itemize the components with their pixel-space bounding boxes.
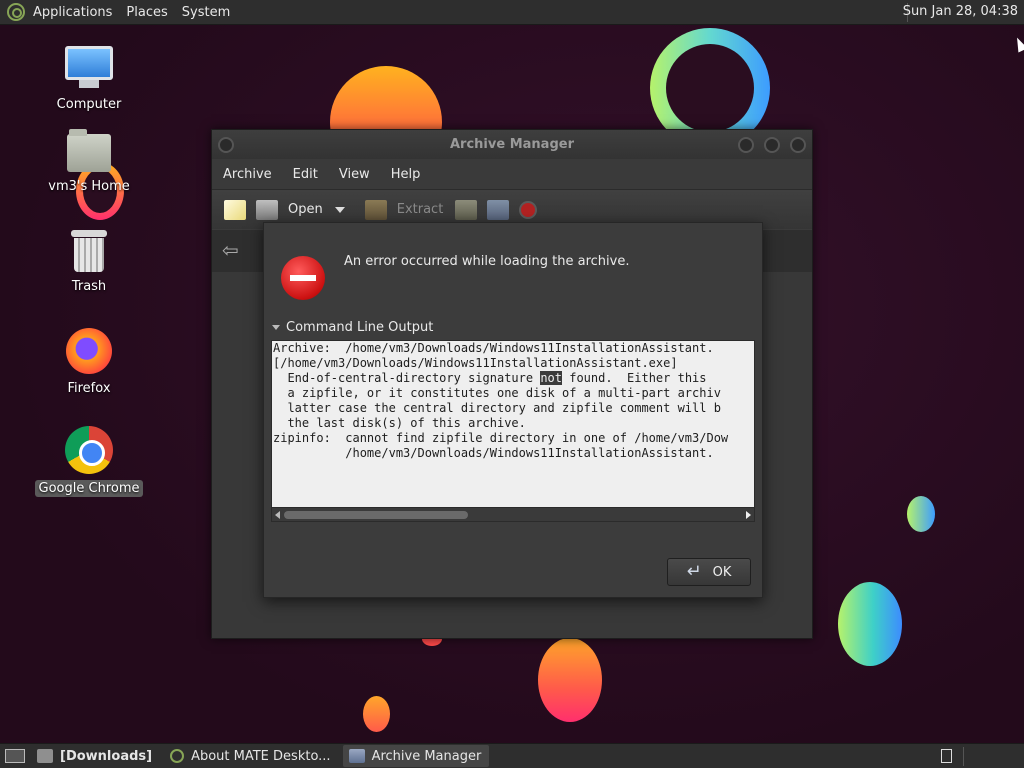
scroll-left-icon[interactable] xyxy=(275,511,280,519)
ok-button[interactable]: OK xyxy=(667,558,751,586)
task-label: Archive Manager xyxy=(371,748,482,764)
top-panel: Applications Places System Sun Jan 28, 0… xyxy=(0,0,1024,25)
selected-text: not xyxy=(540,371,562,385)
desktop-icon-firefox[interactable]: Firefox xyxy=(34,328,144,397)
error-icon xyxy=(281,256,325,300)
task-label: [Downloads] xyxy=(60,748,153,764)
output-line-part: End-of-central-directory signature xyxy=(273,371,541,385)
desktop-icon-label: Computer xyxy=(56,97,122,112)
desktop-icon-chrome[interactable]: Google Chrome xyxy=(34,426,144,497)
window-menu-icon[interactable] xyxy=(218,137,234,153)
open-button[interactable]: Open xyxy=(288,202,323,217)
taskbar-item-archive-manager[interactable]: Archive Manager xyxy=(342,745,490,767)
folder-icon xyxy=(37,749,53,763)
menu-archive[interactable]: Archive xyxy=(215,167,280,182)
chrome-icon xyxy=(65,426,113,474)
output-line: the last disk(s) of this archive. xyxy=(273,416,526,430)
expander-triangle-icon xyxy=(272,325,280,330)
window-title: Archive Manager xyxy=(450,137,574,152)
output-line: End-of-central-directory signature not f… xyxy=(273,371,728,386)
output-line: a zipfile, or it constitutes one disk of… xyxy=(273,386,721,400)
desktop-icon-label: Firefox xyxy=(67,381,111,396)
add-files-icon xyxy=(455,199,478,220)
extract-icon xyxy=(364,199,387,220)
command-line-output-expander[interactable]: Command Line Output xyxy=(272,320,433,335)
scroll-right-icon[interactable] xyxy=(746,511,751,519)
menu-help[interactable]: Help xyxy=(383,167,429,182)
new-archive-icon[interactable] xyxy=(224,199,246,220)
desktop-icon-computer[interactable]: Computer xyxy=(34,46,144,113)
menu-system[interactable]: System xyxy=(180,5,238,20)
workspace-switcher[interactable] xyxy=(941,749,952,763)
mate-icon xyxy=(170,749,185,763)
output-line: zipinfo: cannot find zipfile directory i… xyxy=(273,431,729,445)
wallpaper-orange-dot xyxy=(363,696,390,732)
wallpaper-orange-oval xyxy=(538,638,602,722)
window-titlebar[interactable]: Archive Manager xyxy=(212,130,812,159)
output-line: Archive: /home/vm3/Downloads/Windows11In… xyxy=(273,341,714,355)
open-dropdown-chevron-icon[interactable] xyxy=(334,206,345,213)
output-line: /home/vm3/Downloads/Windows11Installatio… xyxy=(273,446,714,460)
taskbar-item-about-mate[interactable]: About MATE Deskto... xyxy=(164,745,338,767)
stop-icon xyxy=(519,200,538,219)
menu-view[interactable]: View xyxy=(331,167,378,182)
scrollbar-thumb[interactable] xyxy=(284,511,468,519)
firefox-icon xyxy=(66,328,112,374)
mate-logo-icon[interactable] xyxy=(7,3,25,21)
return-arrow-icon xyxy=(687,561,705,582)
desktop-icon-label: Trash xyxy=(71,279,107,294)
menu-applications[interactable]: Applications xyxy=(31,5,120,20)
output-line-part: found. Either this xyxy=(562,371,707,385)
home-folder-icon xyxy=(67,129,111,172)
show-desktop-icon[interactable] xyxy=(5,749,25,763)
computer-icon xyxy=(65,46,113,90)
desktop-icon-trash[interactable]: Trash xyxy=(34,230,144,295)
open-folder-icon[interactable] xyxy=(256,199,278,220)
command-output-text: Archive: /home/vm3/Downloads/Windows11In… xyxy=(273,341,728,461)
expander-label: Command Line Output xyxy=(286,320,434,335)
wallpaper-teal-oval-small xyxy=(907,496,935,532)
error-message: An error occurred while loading the arch… xyxy=(344,254,630,269)
command-output-textview[interactable]: Archive: /home/vm3/Downloads/Windows11In… xyxy=(271,340,755,522)
output-line: [/home/vm3/Downloads/Windows11Installati… xyxy=(273,356,678,370)
add-folder-icon xyxy=(487,199,510,220)
trash-icon xyxy=(71,230,107,272)
menu-places[interactable]: Places xyxy=(124,5,175,20)
wallpaper-teal-oval-large xyxy=(838,582,902,666)
ok-label: OK xyxy=(712,564,732,580)
output-line: latter case the central directory and zi… xyxy=(273,401,721,415)
bottom-panel: [Downloads] About MATE Deskto... Archive… xyxy=(0,743,1024,768)
panel-separator xyxy=(963,747,964,766)
menubar: Archive Edit View Help xyxy=(212,159,812,189)
horizontal-scrollbar[interactable] xyxy=(272,507,754,521)
error-dialog: An error occurred while loading the arch… xyxy=(263,222,763,598)
taskbar-item-downloads[interactable]: [Downloads] xyxy=(31,745,160,767)
desktop-icon-label: vm3's Home xyxy=(48,179,130,194)
close-icon[interactable] xyxy=(790,137,806,153)
menu-edit[interactable]: Edit xyxy=(285,167,326,182)
task-label: About MATE Deskto... xyxy=(191,748,331,764)
extract-button: Extract xyxy=(396,202,444,217)
archive-manager-icon xyxy=(348,749,365,763)
minimize-icon[interactable] xyxy=(738,137,754,153)
back-arrow-icon[interactable]: ⇦ xyxy=(222,238,246,262)
clock[interactable]: Sun Jan 28, 04:38 xyxy=(903,4,1018,19)
desktop-icon-home[interactable]: vm3's Home xyxy=(34,129,144,195)
maximize-icon[interactable] xyxy=(764,137,780,153)
desktop-icon-label: Google Chrome xyxy=(34,480,144,497)
